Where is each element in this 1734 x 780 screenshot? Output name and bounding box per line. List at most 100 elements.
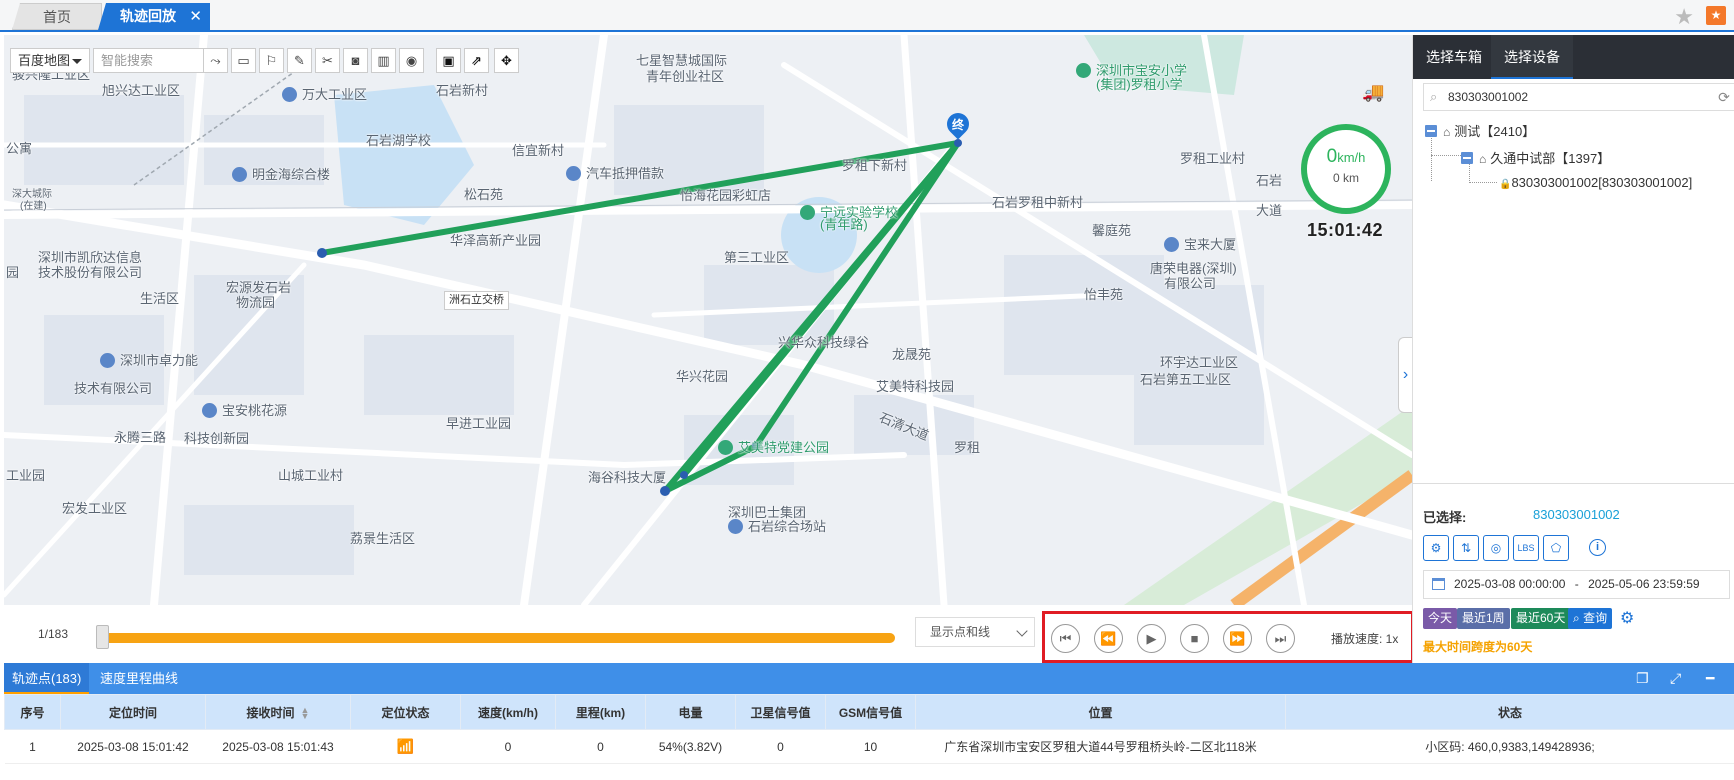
map-label: 青年创业社区 — [646, 69, 725, 84]
date-range-input[interactable]: 2025-03-08 00:00:00 - 2025-05-06 23:59:5… — [1423, 570, 1730, 599]
restore-icon[interactable]: ❐ — [1636, 670, 1649, 687]
geofence-icon[interactable]: ⬠ — [1543, 535, 1569, 561]
stop-icon[interactable]: ■ — [1180, 624, 1209, 653]
map-label: 石岩第五工业区 — [1140, 372, 1232, 387]
distance-value: 0 km — [1332, 171, 1359, 185]
collapse-icon[interactable] — [1425, 125, 1437, 137]
home-icon: ⌂ — [1479, 152, 1487, 166]
fullscreen-icon[interactable]: ✥ — [494, 48, 519, 73]
favorite-folder-icon[interactable]: ★ — [1706, 6, 1726, 25]
selected-device: 830303001002 — [1533, 507, 1620, 522]
column-header[interactable]: 卫星信号值 — [735, 694, 826, 730]
tab-select-vehicle[interactable]: 选择车箱 — [1413, 35, 1495, 79]
settings-icon[interactable]: ⚙ — [1423, 535, 1449, 561]
playback-speed[interactable]: 播放速度: 1x — [1331, 630, 1398, 647]
brush-icon[interactable]: ✎ — [287, 48, 312, 73]
map-label: 罗租下新村 — [842, 158, 908, 173]
table-row[interactable]: 1 2025-03-08 15:01:42 2025-03-08 15:01:4… — [4, 729, 1734, 764]
close-icon[interactable]: ✕ — [189, 3, 202, 30]
tree-node-root[interactable]: ⌂ 测试【2410】 — [1425, 121, 1535, 140]
table-cell: 0 — [460, 729, 556, 764]
sort-icon[interactable]: ▲ ▼ — [301, 706, 310, 721]
tab-track-points[interactable]: 轨迹点(183) — [4, 663, 90, 694]
column-header[interactable]: 速度(km/h) — [460, 694, 556, 730]
gear-icon[interactable]: ⚙ — [1620, 608, 1634, 628]
truck-icon[interactable]: 🚚 — [1362, 82, 1390, 106]
map-type-select[interactable]: 百度地图 — [10, 48, 90, 73]
map-label: 怡海花园彩虹店 — [680, 188, 772, 203]
skip-start-icon[interactable]: ⏮ — [1051, 624, 1080, 653]
target-icon[interactable]: ◎ — [1483, 535, 1509, 561]
export-icon[interactable]: ⇗ — [464, 48, 489, 73]
map-label: 荔景生活区 — [350, 531, 416, 546]
tab-speed-curve[interactable]: 速度里程曲线 — [92, 663, 186, 694]
column-header[interactable]: 位置 — [915, 694, 1286, 730]
panel-toggle-icon[interactable]: › — [1398, 337, 1412, 413]
camera-icon[interactable]: ◙ — [343, 48, 368, 73]
play-icon[interactable]: ▶ — [1137, 624, 1166, 653]
tab-track-playback[interactable]: 轨迹回放 ✕ — [98, 3, 210, 30]
map-label: 工业园 — [6, 468, 46, 483]
column-header[interactable]: 序号 — [4, 694, 61, 730]
today-button[interactable]: 今天 — [1423, 608, 1458, 629]
scissors-icon[interactable]: ✂ — [315, 48, 340, 73]
table-cell: 2025-03-08 15:01:42 — [60, 729, 206, 764]
flag-icon[interactable]: ⚐ — [259, 48, 284, 73]
lbs-icon[interactable]: LBS — [1513, 535, 1539, 561]
route-filter-icon[interactable]: ⇅ — [1453, 535, 1479, 561]
column-header[interactable]: 里程(km) — [555, 694, 646, 730]
column-header[interactable]: 电量 — [645, 694, 736, 730]
playback-controls: ⏮ ⏪ ▶ ■ ⏩ ⏭ 播放速度: 1x — [1042, 611, 1414, 663]
tree-node-device[interactable]: 🔒830303001002[830303001002] — [1499, 175, 1692, 190]
route-icon[interactable]: ⤳ — [203, 48, 228, 73]
locate-icon[interactable]: ◉ — [399, 48, 424, 73]
map-label: (青年路) — [820, 217, 868, 232]
map-search-input[interactable]: 智能搜索 — [93, 48, 221, 73]
query-button[interactable]: ⌕ 查询 — [1568, 608, 1613, 629]
map-canvas[interactable]: 终 骏兴隆工业区 旭兴达工业区 万大工业区 石岩新村 七星智慧城国际 青年创业社… — [4, 35, 1412, 605]
map-label: 松石苑 — [464, 187, 504, 202]
column-header[interactable]: GSM信号值 — [825, 694, 916, 730]
last-60-days-button[interactable]: 最近60天 — [1511, 608, 1571, 629]
info-icon[interactable]: i — [1589, 539, 1606, 556]
minimize-icon[interactable]: ━ — [1706, 670, 1714, 687]
save-icon[interactable]: ▣ — [436, 48, 461, 73]
table-cell: 1 — [4, 729, 61, 764]
table-cell: 0 — [735, 729, 826, 764]
search-icon: ⌕ — [1430, 89, 1438, 104]
date-start: 2025-03-08 00:00:00 — [1454, 577, 1566, 591]
map-base-layer — [4, 35, 1412, 605]
map-label: 艾美特科技园 — [876, 379, 955, 394]
column-header[interactable]: 定位状态 — [350, 694, 461, 730]
max-span-hint: 最大时间跨度为60天 — [1423, 640, 1533, 654]
rectangle-select-icon[interactable]: ▭ — [231, 48, 256, 73]
map-label: 早进工业园 — [446, 416, 512, 431]
end-marker-label: 终 — [951, 118, 964, 132]
query-label: 查询 — [1583, 611, 1608, 625]
tab-home[interactable]: 首页 — [12, 3, 102, 30]
fast-forward-icon[interactable]: ⏩ — [1223, 624, 1252, 653]
table-cell: 54%(3.82V) — [645, 729, 736, 764]
tree-node-child[interactable]: ⌂ 久通中试部【1397】 — [1461, 148, 1610, 167]
tab-select-device[interactable]: 选择设备 — [1491, 35, 1573, 79]
collapse-icon[interactable] — [1461, 152, 1473, 164]
rewind-icon[interactable]: ⏪ — [1094, 624, 1123, 653]
column-header[interactable]: 定位时间 — [60, 694, 206, 730]
top-tab-bar: 首页 轨迹回放 ✕ ★ ★ — [0, 0, 1734, 32]
star-icon[interactable]: ★ — [1674, 4, 1694, 30]
column-header[interactable]: 状态 — [1285, 694, 1734, 730]
map-label: 海谷科技大厦 — [588, 470, 667, 485]
skip-end-icon[interactable]: ⏭ — [1266, 624, 1295, 653]
column-header[interactable]: 接收时间 ▲ ▼ — [205, 694, 351, 730]
playback-progress[interactable] — [99, 633, 895, 643]
refresh-icon[interactable]: ⟳ — [1714, 83, 1734, 111]
last-week-button[interactable]: 最近1周 — [1457, 608, 1510, 629]
map-label: 罗租工业村 — [1180, 151, 1246, 166]
chart-icon[interactable]: ▥ — [371, 48, 396, 73]
table-cell: 10 — [825, 729, 916, 764]
map-label: 宏源发石岩 — [226, 280, 292, 295]
progress-handle[interactable] — [96, 625, 110, 649]
display-mode-select[interactable]: 显示点和线 — [915, 617, 1035, 647]
expand-icon[interactable]: ⤢ — [1670, 670, 1681, 687]
device-search-input[interactable]: ⌕ 830303001002 — [1423, 83, 1734, 111]
